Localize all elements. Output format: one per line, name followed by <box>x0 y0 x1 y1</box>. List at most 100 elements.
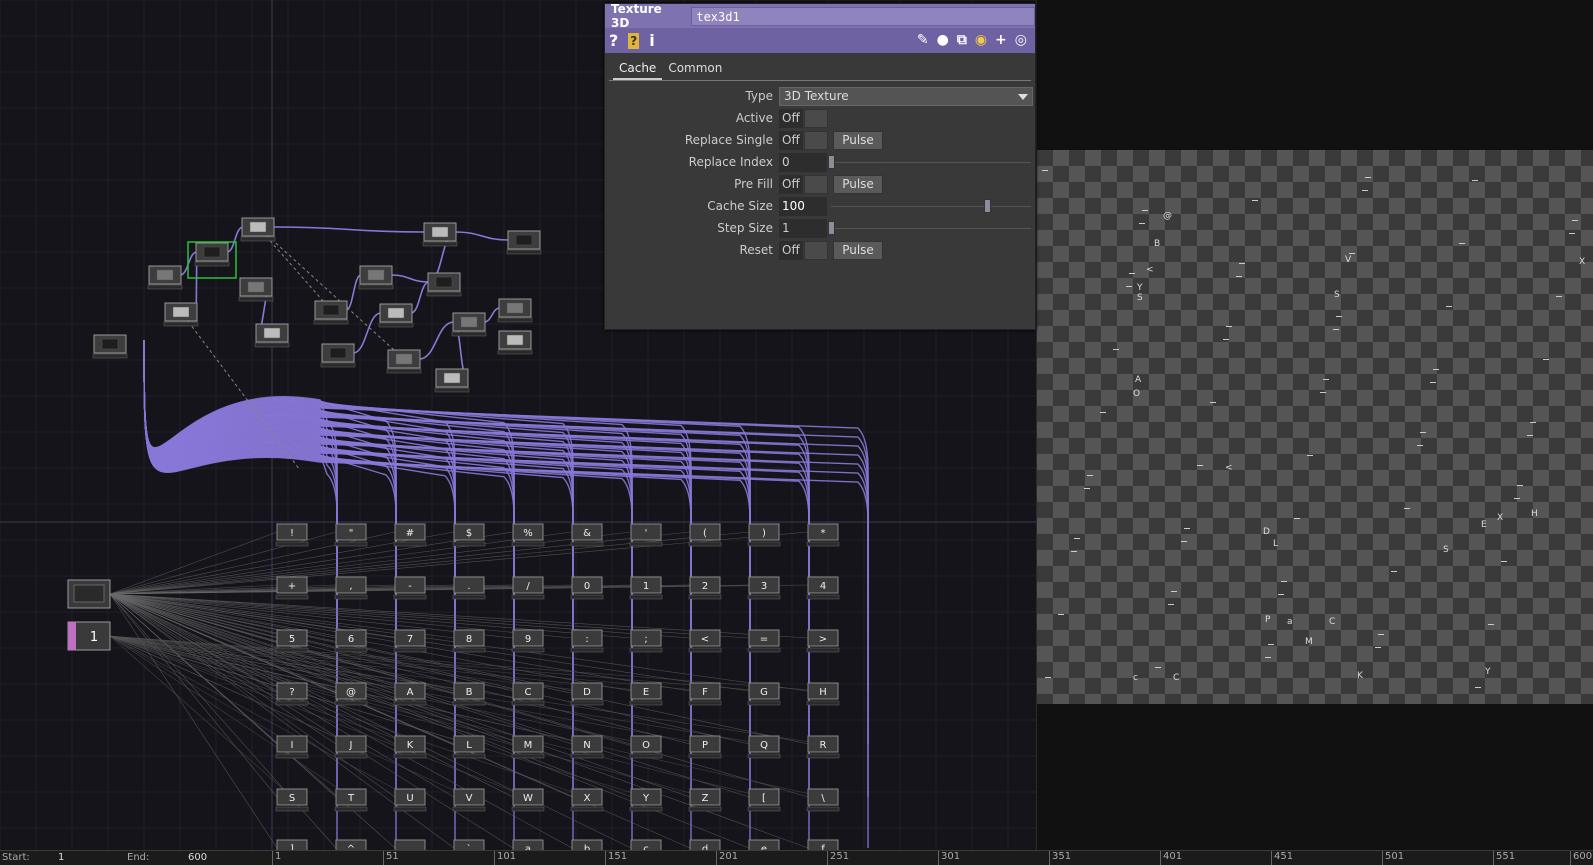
node-label-bar <box>747 594 781 600</box>
slider-handle[interactable] <box>828 155 835 169</box>
cache-size-slider[interactable] <box>831 206 1031 207</box>
viewer-glyph: H <box>1531 509 1538 519</box>
active-toggle[interactable] <box>804 109 828 128</box>
node-glyph: ; <box>644 634 647 645</box>
param-row-pre-fill: Pre Fill Off Pulse <box>605 174 1035 196</box>
type-dropdown[interactable]: 3D Texture <box>779 87 1033 106</box>
node-label-bar <box>238 296 274 302</box>
viewer-glyph: O <box>1133 389 1140 399</box>
node-glyph: Q <box>760 740 768 751</box>
end-field[interactable]: 600 <box>188 852 207 863</box>
param-tabs: Cache Common <box>609 53 1031 81</box>
toggle-value: Off <box>779 109 803 128</box>
tab-common[interactable]: Common <box>662 59 728 80</box>
edit-icon[interactable]: ✎ <box>917 28 929 53</box>
viewer-glyphs: @B<VXSYAO<DLEXHSPaMCKYCcSO <box>1042 170 1585 688</box>
param-row-reset: Reset Off Pulse <box>605 240 1035 262</box>
wire <box>109 635 765 798</box>
viewer-dash <box>1556 296 1562 297</box>
viewer-dash <box>1417 445 1423 446</box>
node-label-bar <box>688 594 722 600</box>
viewer-dash <box>1543 359 1549 360</box>
viewer-dash <box>1404 508 1410 509</box>
viewer-glyph: D <box>1263 527 1270 537</box>
node-label-bar <box>393 594 427 600</box>
node-label-bar <box>334 753 368 759</box>
node-thumb <box>329 347 347 359</box>
wire <box>143 339 810 585</box>
viewer-target-icon[interactable]: ◎ <box>1015 28 1027 53</box>
viewer-dash <box>1129 273 1135 274</box>
slider-handle[interactable] <box>828 221 835 235</box>
node-glyph: [ <box>762 793 766 804</box>
node-label-bar <box>275 594 309 600</box>
node-label-bar <box>806 753 840 759</box>
node-label-bar <box>570 647 604 653</box>
panel-title-bar: Texture 3D tex3d1 <box>605 2 1035 30</box>
clone-icon[interactable]: ⧉ <box>957 28 967 53</box>
step-size-field[interactable]: 1 <box>779 219 827 238</box>
info-icon[interactable]: i <box>649 28 654 53</box>
node-label-bar <box>688 541 722 547</box>
op-name-field[interactable]: tex3d1 <box>691 6 1035 26</box>
add-icon[interactable]: + <box>995 28 1007 53</box>
node-glyph: 8 <box>466 634 472 645</box>
wire <box>109 593 632 849</box>
viewer-glyph: B <box>1154 239 1160 249</box>
tab-cache[interactable]: Cache <box>613 59 663 80</box>
replace-index-slider[interactable] <box>831 162 1031 163</box>
node-label-bar <box>452 647 486 653</box>
node-glyph: 2 <box>702 581 708 592</box>
viewer-dash <box>1362 190 1368 191</box>
viewer-dash <box>1268 644 1274 645</box>
node-glyph: C <box>525 687 532 698</box>
slider-handle[interactable] <box>984 199 991 213</box>
viewer-glyph: K <box>1357 671 1364 681</box>
python-help-icon[interactable]: ? <box>628 32 640 49</box>
pre-fill-pulse-button[interactable]: Pulse <box>833 175 883 194</box>
wire <box>109 635 293 745</box>
wire <box>109 531 632 595</box>
node-label-bar <box>275 753 309 759</box>
cache-size-field[interactable]: 100 <box>779 197 827 216</box>
viewer-glyph: X <box>1497 513 1503 523</box>
node-glyph: @ <box>346 687 356 698</box>
viewer-dash <box>1294 518 1300 519</box>
viewer-dash <box>1100 412 1106 413</box>
node-label-bar <box>393 753 427 759</box>
viewer-glyph: a <box>1287 617 1293 627</box>
left-nodes[interactable]: 1 <box>67 579 111 651</box>
node-glyph: E <box>643 687 649 698</box>
comment-icon[interactable]: ● <box>937 28 949 53</box>
viewer-dash <box>1210 402 1216 403</box>
node-glyph: F <box>702 687 708 698</box>
viewer-dash <box>1058 614 1064 615</box>
node-label-bar <box>747 806 781 812</box>
wire <box>143 339 633 638</box>
viewer-dash <box>1446 306 1452 307</box>
op-type-label: Texture 3D <box>611 2 662 30</box>
parameter-panel[interactable]: Texture 3D tex3d1 ? ? i ✎ ● ⧉ ◉ + ◎ Cach… <box>604 2 1036 330</box>
help-icon[interactable]: ? <box>609 28 618 53</box>
node-label-bar <box>275 647 309 653</box>
viewer-dash <box>1197 465 1203 466</box>
reset-toggle[interactable] <box>804 241 828 260</box>
node-glyph: ' <box>645 528 648 539</box>
replace-single-pulse-button[interactable]: Pulse <box>833 131 883 150</box>
wire <box>109 635 706 798</box>
viewer-dash <box>1307 455 1313 456</box>
node-label-bar <box>570 541 604 547</box>
step-size-slider[interactable] <box>831 228 1031 229</box>
python-icon[interactable]: ◉ <box>975 28 987 53</box>
reset-pulse-button[interactable]: Pulse <box>833 241 883 260</box>
replace-single-toggle[interactable] <box>804 131 828 150</box>
viewer-glyph: S <box>1137 293 1143 303</box>
pre-fill-toggle[interactable] <box>804 175 828 194</box>
timeline-bar[interactable]: Start: 1 End: 600 1 51 101 151 201 251 301 351 4… <box>0 850 1593 865</box>
wire <box>454 231 510 241</box>
node-thumb <box>73 584 105 603</box>
texture-viewer[interactable]: @B<VXSYAO<DLEXHSPaMCKYCcSO <box>1036 0 1593 850</box>
start-field[interactable]: 1 <box>58 852 64 863</box>
node-glyph: , <box>349 581 352 592</box>
replace-index-field[interactable]: 0 <box>779 153 827 172</box>
